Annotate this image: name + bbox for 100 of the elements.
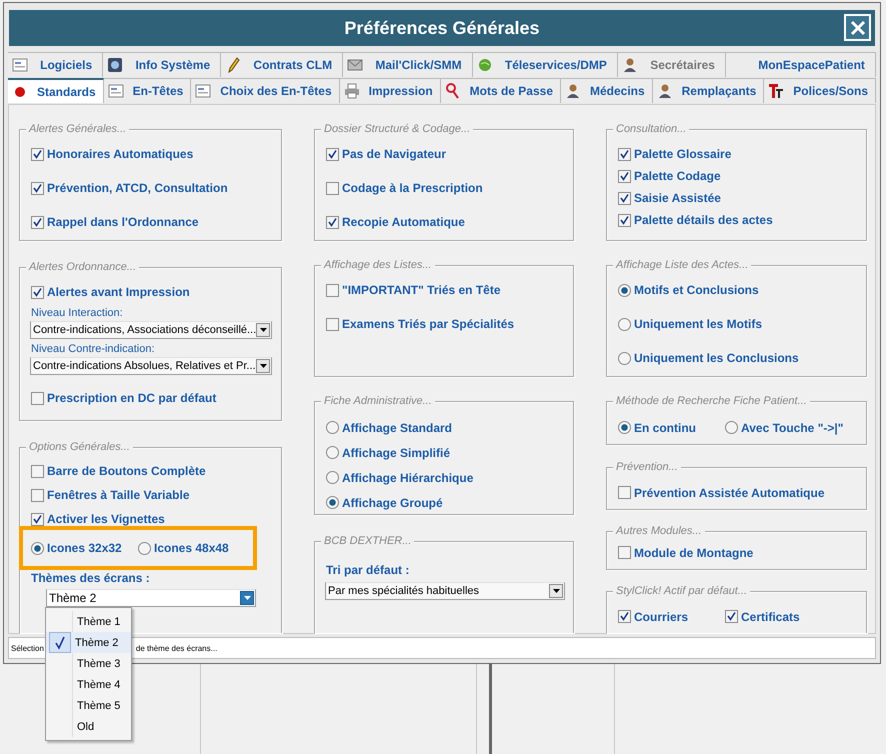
checkbox-label[interactable]: Module de Montagne bbox=[634, 546, 754, 560]
checkbox[interactable] bbox=[618, 170, 631, 182]
dropdown[interactable]: Par mes spécialités habituelles bbox=[325, 582, 565, 600]
field-label: Tri par défaut : bbox=[326, 562, 410, 578]
checkbox-label[interactable]: Fenêtres à Taille Variable bbox=[47, 488, 190, 502]
radio-button[interactable] bbox=[725, 421, 738, 434]
tab[interactable]: Info Système bbox=[103, 52, 222, 77]
checkbox[interactable] bbox=[326, 182, 339, 194]
menu-item[interactable]: Thème 5 bbox=[46, 695, 131, 716]
radio-button[interactable] bbox=[326, 421, 339, 434]
tab[interactable]: Mail'Click/SMM bbox=[343, 52, 473, 77]
radio-label[interactable]: En continu bbox=[634, 420, 696, 434]
radio-label[interactable]: Uniquement les Conclusions bbox=[634, 351, 799, 365]
checkbox-label[interactable]: Honoraires Automatiques bbox=[47, 147, 194, 161]
radio-label[interactable]: Affichage Groupé bbox=[342, 496, 443, 510]
checkbox-label[interactable]: Palette Glossaire bbox=[634, 147, 732, 161]
dropdown[interactable]: Contre-indications, Associations déconseillé... bbox=[30, 321, 272, 339]
radio-button[interactable] bbox=[618, 284, 631, 296]
radio-label[interactable]: Affichage Standard bbox=[342, 420, 452, 434]
checkbox[interactable] bbox=[31, 216, 44, 228]
radio-button[interactable] bbox=[138, 542, 151, 554]
checkbox-label[interactable]: "IMPORTANT" Triés en Tête bbox=[342, 283, 501, 297]
radio-label[interactable]: Motifs et Conclusions bbox=[634, 283, 759, 297]
radio-button[interactable] bbox=[326, 496, 339, 509]
radio-label[interactable]: Avec Touche "->|" bbox=[741, 420, 844, 434]
checkbox-label[interactable]: Pas de Navigateur bbox=[342, 147, 446, 161]
checkbox[interactable] bbox=[725, 610, 738, 623]
group-title: Affichage des Listes... bbox=[321, 258, 435, 272]
checkbox[interactable] bbox=[326, 284, 339, 296]
checkbox-label[interactable]: Activer les Vignettes bbox=[47, 512, 165, 526]
checkbox[interactable] bbox=[618, 486, 631, 499]
envelope-icon bbox=[347, 57, 364, 73]
radio-label[interactable]: Icones 32x32 bbox=[47, 541, 122, 555]
checkbox[interactable] bbox=[618, 148, 631, 160]
document-icon bbox=[12, 57, 28, 73]
tab[interactable]: Remplaçants bbox=[652, 78, 764, 103]
group-title: Options Générales... bbox=[26, 440, 133, 454]
checkbox[interactable] bbox=[31, 148, 44, 160]
checkbox[interactable] bbox=[31, 286, 44, 298]
tab[interactable]: Mots de Passe bbox=[440, 78, 561, 103]
checkbox-label[interactable]: Recopie Automatique bbox=[342, 215, 465, 229]
radio-label[interactable]: Icones 48x48 bbox=[154, 541, 229, 555]
menu-item[interactable]: Old bbox=[46, 716, 131, 737]
checkbox-label[interactable]: Palette Codage bbox=[634, 169, 721, 183]
globe-icon bbox=[476, 57, 493, 73]
monitor-icon bbox=[107, 57, 124, 73]
checkbox-label[interactable]: Prescription en DC par défaut bbox=[47, 391, 216, 405]
dropdown[interactable]: Contre-indications Absolues, Relatives et Pr... bbox=[30, 357, 272, 375]
radio-button[interactable] bbox=[618, 352, 631, 364]
tab[interactable]: Contrats CLM bbox=[221, 52, 344, 77]
radio-button[interactable] bbox=[618, 318, 631, 330]
checkbox[interactable] bbox=[31, 182, 44, 194]
checkbox[interactable] bbox=[618, 192, 631, 204]
radio-button[interactable] bbox=[326, 471, 339, 484]
checkbox-label[interactable]: Palette détails des actes bbox=[634, 213, 773, 227]
checkbox[interactable] bbox=[618, 546, 631, 559]
tab[interactable]: Impression bbox=[340, 78, 441, 103]
group-title: StylClick! Actif par défaut... bbox=[613, 584, 750, 598]
radio-label[interactable]: Affichage Hiérarchique bbox=[342, 470, 474, 484]
radio-button[interactable] bbox=[618, 421, 631, 434]
tab[interactable]: Logiciels bbox=[8, 52, 104, 77]
menu-item[interactable]: Thème 3 bbox=[46, 653, 131, 674]
checkbox[interactable] bbox=[31, 392, 44, 404]
checkbox[interactable] bbox=[31, 464, 44, 478]
checkbox[interactable] bbox=[326, 318, 339, 330]
checkbox[interactable] bbox=[326, 216, 339, 228]
radio-label[interactable]: Affichage Simplifié bbox=[342, 446, 450, 460]
checkbox-label[interactable]: Examens Triés par Spécialités bbox=[342, 317, 514, 331]
radio-button[interactable] bbox=[326, 446, 339, 459]
checkbox-label[interactable]: Rappel dans l'Ordonnance bbox=[47, 215, 199, 229]
checkbox[interactable] bbox=[618, 610, 631, 623]
tab[interactable]: Choix des En-Têtes bbox=[191, 78, 340, 103]
tab[interactable]: En-Têtes bbox=[104, 78, 192, 103]
checkbox-label[interactable]: Alertes avant Impression bbox=[47, 285, 190, 299]
checkbox[interactable] bbox=[31, 512, 44, 526]
menu-item[interactable]: Thème 4 bbox=[46, 674, 131, 695]
checkbox[interactable] bbox=[618, 214, 631, 226]
close-button[interactable] bbox=[844, 14, 871, 41]
tab[interactable]: Médecins bbox=[560, 78, 653, 103]
checkbox-label[interactable]: Prévention, ATCD, Consultation bbox=[47, 181, 228, 195]
checkbox[interactable] bbox=[31, 488, 44, 502]
checkbox-label[interactable]: Barre de Boutons Complète bbox=[47, 464, 206, 478]
menu-item[interactable]: Thème 2 bbox=[46, 632, 131, 653]
checkbox-label[interactable]: Certificats bbox=[741, 610, 800, 624]
checkbox-label[interactable]: Courriers bbox=[634, 610, 688, 624]
status-text: Sélection bbox=[10, 644, 44, 652]
tab[interactable]: Téleservices/DMP bbox=[472, 52, 618, 77]
field-label: Niveau Interaction: bbox=[31, 306, 124, 321]
checkbox-label[interactable]: Codage à la Prescription bbox=[342, 181, 483, 195]
checkbox-label[interactable]: Prévention Assistée Automatique bbox=[634, 486, 824, 500]
checkbox[interactable] bbox=[326, 148, 339, 160]
radio-label[interactable]: Uniquement les Motifs bbox=[634, 317, 762, 331]
person-icon bbox=[656, 83, 673, 99]
checkbox-label[interactable]: Saisie Assistée bbox=[634, 191, 721, 205]
document-icon bbox=[195, 83, 212, 99]
document-icon bbox=[108, 83, 124, 99]
radio-button[interactable] bbox=[31, 542, 44, 554]
tab[interactable]: MonEspacePatient bbox=[726, 52, 876, 77]
tab[interactable]: Standards bbox=[8, 78, 104, 103]
tab[interactable]: Polices/Sons bbox=[764, 78, 876, 103]
